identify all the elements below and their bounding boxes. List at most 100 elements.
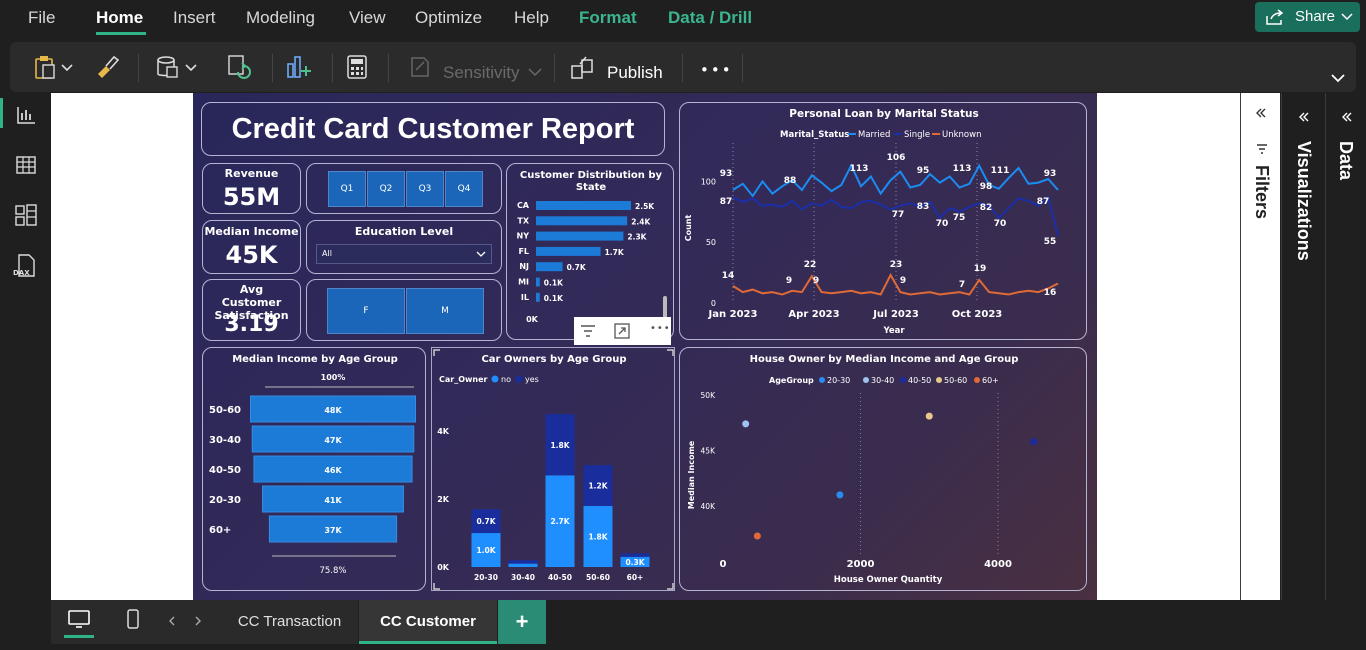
legend-item: 40-50 — [908, 376, 931, 385]
paste-icon[interactable] — [34, 54, 76, 80]
menu-modeling[interactable]: Modeling — [246, 8, 315, 28]
median-income-age-card[interactable]: Median Income by Age Group 100% 50-60 48K 30… — [202, 347, 426, 591]
chevron-down-icon[interactable] — [528, 68, 542, 77]
menu-format[interactable]: Format — [579, 8, 637, 28]
slicer-q1-button[interactable]: Q1 — [328, 171, 366, 207]
revenue-card[interactable]: Revenue 55M — [202, 163, 301, 214]
y-tick-label: 50K — [701, 391, 717, 400]
collapse-icon[interactable] — [1341, 111, 1353, 123]
personal-loan-card[interactable]: Personal Loan by Marital Status Marital_S… — [679, 102, 1087, 340]
education-label: Education Level — [354, 225, 454, 238]
bar-yes — [620, 553, 650, 557]
filters-pane[interactable]: Filters — [1240, 93, 1280, 600]
resize-handle — [433, 349, 440, 356]
data-label: 77 — [892, 210, 905, 220]
filter-icon[interactable] — [580, 324, 596, 338]
slicer-q3-button[interactable]: Q3 — [406, 171, 444, 207]
table-view-icon[interactable] — [16, 156, 36, 174]
svg-text:DAX: DAX — [13, 269, 30, 277]
top-percent-label: 100% — [321, 373, 346, 382]
median-income-value: 45K — [225, 241, 278, 269]
data-label: 46K — [324, 466, 342, 475]
x-axis-title: House Owner Quantity — [834, 575, 943, 585]
chevron-right-icon[interactable] — [194, 616, 202, 626]
visualizations-pane[interactable]: Visualizations — [1281, 93, 1325, 600]
data-label: 9 — [900, 276, 906, 286]
chart-title: Car Owners by Age Group — [481, 354, 626, 365]
car-owners-card[interactable]: Car Owners by Age Group Car_Owner no yes 0K 2… — [431, 347, 675, 591]
state-distribution-chart: Customer Distribution byState CA 2.5K TX 2.4… — [517, 170, 667, 339]
bar — [536, 277, 540, 287]
expand-ribbon-icon[interactable] — [1331, 74, 1345, 83]
visual-header-toolbar: ••• — [574, 317, 671, 345]
report-view-icon[interactable] — [16, 106, 36, 124]
data-label: 55 — [1044, 237, 1057, 247]
focus-mode-icon[interactable] — [614, 323, 630, 339]
menu-help[interactable]: Help — [514, 8, 549, 28]
state-distribution-card[interactable]: Customer Distribution by State CA 2.5K TX 2.4… — [506, 163, 674, 340]
sensitivity-label[interactable]: Sensitivity — [443, 63, 520, 83]
refresh-icon[interactable] — [226, 54, 252, 80]
ribbon-separator — [332, 54, 333, 82]
menu-home[interactable]: Home — [96, 8, 143, 28]
desktop-layout-icon[interactable] — [68, 610, 90, 628]
menu-view[interactable]: View — [349, 8, 386, 28]
x-tick-label: Apr 2023 — [788, 309, 839, 320]
scatter-point-50-60 — [925, 412, 933, 420]
bar — [536, 216, 628, 226]
menu-optimize[interactable]: Optimize — [415, 8, 482, 28]
revenue-label: Revenue — [224, 167, 279, 180]
share-button[interactable]: Share — [1255, 2, 1360, 32]
data-pane-label: Data — [1336, 141, 1356, 181]
data-label: 37K — [324, 526, 342, 535]
collapse-icon[interactable] — [1255, 107, 1267, 119]
ribbon-separator — [554, 54, 555, 82]
menu-data-drill[interactable]: Data / Drill — [668, 8, 752, 28]
chart-title: Personal Loan by Marital Status — [789, 108, 979, 120]
mobile-layout-icon[interactable] — [127, 609, 139, 629]
data-label: 83 — [917, 202, 930, 212]
legend-title: Car_Owner — [439, 375, 488, 384]
chart-title: State — [576, 182, 607, 193]
sensitivity-icon[interactable] — [408, 54, 432, 80]
add-page-button[interactable]: + — [498, 600, 546, 644]
title-card: Credit Card Customer Report — [201, 102, 665, 156]
new-visual-icon[interactable] — [286, 54, 312, 80]
ribbon-separator — [682, 54, 683, 82]
collapse-icon[interactable] — [1298, 111, 1310, 123]
chevron-left-icon[interactable] — [168, 616, 176, 626]
share-icon — [1266, 9, 1284, 25]
calculator-icon[interactable] — [346, 54, 368, 80]
satisfaction-card[interactable]: Avg Customer Satisfaction 3.19 — [202, 279, 301, 341]
menu-file[interactable]: File — [28, 8, 55, 28]
bar-yes — [508, 560, 538, 564]
publish-icon[interactable] — [570, 54, 596, 80]
slicer-m-button[interactable]: M — [406, 288, 484, 334]
chevron-down-icon — [1341, 13, 1353, 21]
y-tick-label: CA — [517, 201, 530, 210]
more-options-icon[interactable]: ••• — [650, 323, 671, 334]
format-painter-icon[interactable] — [94, 54, 120, 80]
education-dropdown[interactable]: All — [316, 244, 492, 264]
tab-cc-customer[interactable]: CC Customer — [359, 600, 497, 644]
scatter-point-30-40 — [742, 420, 750, 428]
data-label: 0.7K — [476, 517, 496, 526]
slicer-q4-button[interactable]: Q4 — [445, 171, 483, 207]
dax-query-view-icon[interactable]: DAX — [12, 254, 38, 278]
model-view-icon[interactable] — [15, 204, 37, 226]
data-label: 22 — [804, 260, 817, 270]
tab-cc-transaction[interactable]: CC Transaction — [221, 600, 358, 644]
slicer-f-button[interactable]: F — [327, 288, 405, 334]
median-income-card[interactable]: Median Income 45K — [202, 220, 301, 274]
data-pane[interactable]: Data — [1325, 93, 1366, 600]
more-options-button[interactable]: ••• — [700, 61, 733, 79]
get-data-icon[interactable] — [156, 54, 200, 80]
chevron-down-icon — [476, 251, 486, 257]
house-owner-card[interactable]: House Owner by Median Income and Age Gro… — [679, 347, 1087, 591]
publish-label[interactable]: Publish — [607, 63, 663, 83]
resize-handle — [433, 583, 440, 590]
data-label: 88 — [784, 176, 797, 186]
menu-insert[interactable]: Insert — [173, 8, 216, 28]
slicer-q2-button[interactable]: Q2 — [367, 171, 405, 207]
y-tick-label: 40-50 — [209, 465, 241, 476]
